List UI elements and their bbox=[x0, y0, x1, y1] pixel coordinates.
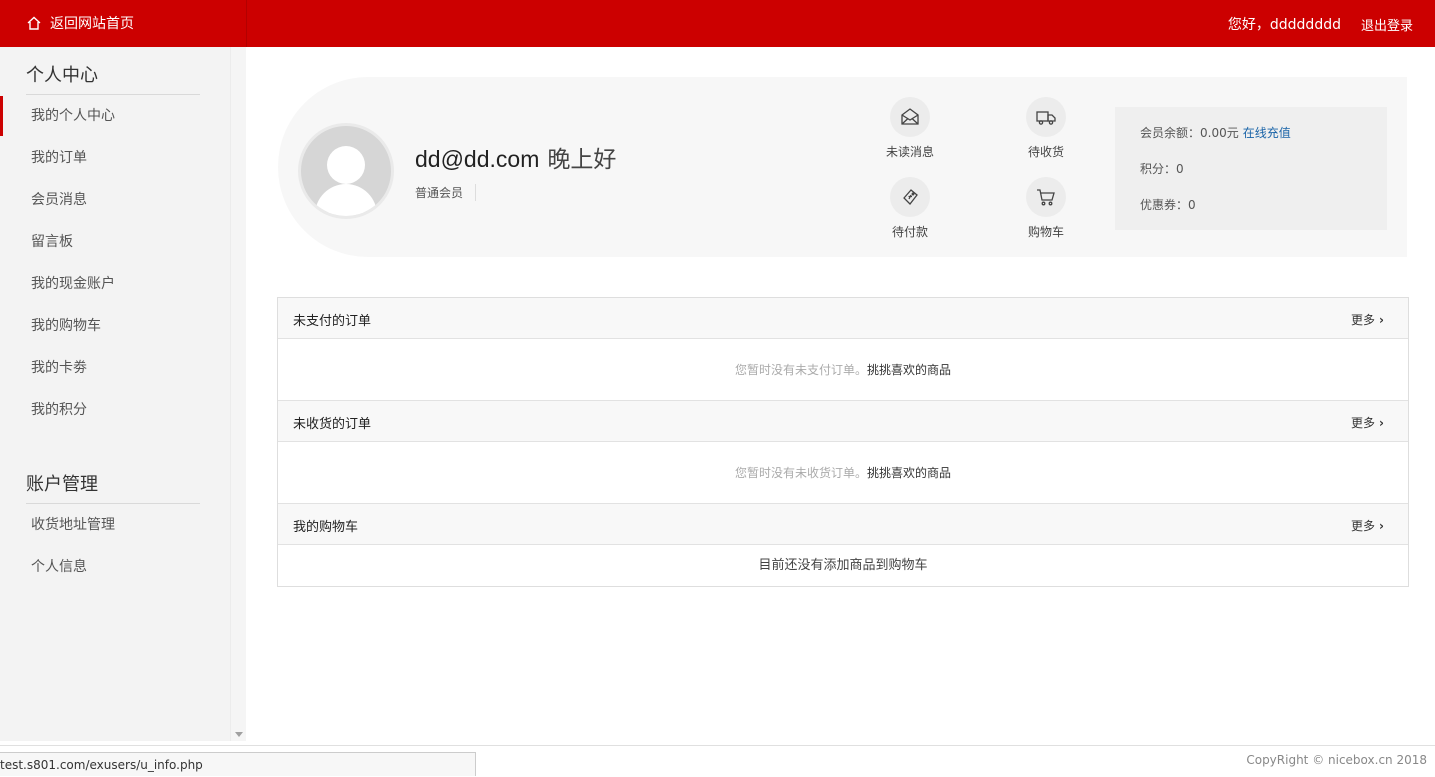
unread-messages-label: 未读消息 bbox=[885, 145, 934, 159]
chevron-right-icon: › bbox=[1379, 519, 1384, 533]
points-row: 积分：0 bbox=[1140, 160, 1387, 196]
unreceived-orders-body: 您暂时没有未收货订单。挑挑喜欢的商品 bbox=[278, 442, 1408, 504]
sidebar-item-coupons[interactable]: 我的卡劵 bbox=[0, 348, 230, 388]
more-label: 更多 bbox=[1351, 416, 1376, 430]
sidebar: 个人中心 我的个人中心 我的订单 会员消息 留言板 我的现金账户 我的购物车 我… bbox=[0, 47, 246, 741]
profile-card: dd@dd.com 晚上好 普通会员 未读消息 待收货 待付款 购物车 会员余额：… bbox=[278, 77, 1407, 257]
balance-row: 会员余额：0.00元 在线充值 bbox=[1140, 124, 1387, 160]
avatar-body bbox=[315, 184, 377, 216]
sidebar-scrollbar[interactable] bbox=[230, 47, 246, 741]
home-link-label: 返回网站首页 bbox=[50, 16, 134, 32]
sidebar-item-personal-info[interactable]: 个人信息 bbox=[0, 547, 230, 587]
avatar[interactable] bbox=[298, 123, 394, 219]
unread-messages-button[interactable]: 未读消息 bbox=[870, 97, 950, 160]
time-greeting: 晚上好 bbox=[547, 147, 617, 173]
unreceived-orders-header: 未收货的订单 更多 › bbox=[278, 401, 1408, 442]
truck-icon bbox=[1026, 97, 1066, 137]
wallet-summary: 会员余额：0.00元 在线充值 积分：0 优惠券：0 bbox=[1115, 107, 1387, 230]
sidebar-item-my-orders[interactable]: 我的订单 bbox=[0, 138, 230, 178]
cart-icon bbox=[1026, 177, 1066, 217]
points-value: 0 bbox=[1176, 162, 1184, 176]
home-icon bbox=[27, 16, 41, 30]
my-cart-title: 我的购物车 bbox=[293, 520, 359, 535]
sidebar-item-address-management[interactable]: 收货地址管理 bbox=[0, 505, 230, 545]
unreceived-orders-title: 未收货的订单 bbox=[293, 417, 372, 432]
sidebar-item-cash-account[interactable]: 我的现金账户 bbox=[0, 264, 230, 304]
cart-label: 购物车 bbox=[1027, 225, 1064, 239]
pending-payment-button[interactable]: 待付款 bbox=[870, 177, 950, 240]
sidebar-item-member-messages[interactable]: 会员消息 bbox=[0, 180, 230, 220]
coupon-label: 优惠券： bbox=[1140, 198, 1189, 212]
envelope-icon bbox=[890, 97, 930, 137]
order-panels: 未支付的订单 更多 › 您暂时没有未支付订单。挑挑喜欢的商品 未收货的订单 更多 ›… bbox=[277, 297, 1409, 587]
sidebar-item-shopping-cart[interactable]: 我的购物车 bbox=[0, 306, 230, 346]
sidebar-divider bbox=[26, 94, 200, 95]
unpaid-orders-empty-text: 您暂时没有未支付订单。 bbox=[734, 363, 867, 377]
sidebar-item-message-board[interactable]: 留言板 bbox=[0, 222, 230, 262]
sidebar-section-personal-center: 个人中心 bbox=[26, 65, 98, 86]
status-url: test.s801.com/exusers/u_info.php bbox=[0, 758, 203, 772]
chevron-right-icon: › bbox=[1379, 416, 1384, 430]
top-bar: 返回网站首页 您好，dddddddd 退出登录 bbox=[0, 0, 1435, 47]
browse-products-link[interactable]: 挑挑喜欢的商品 bbox=[867, 363, 951, 377]
unreceived-orders-more-link[interactable]: 更多 › bbox=[1351, 414, 1384, 431]
footer-divider bbox=[0, 745, 1435, 746]
avatar-head bbox=[327, 146, 365, 184]
home-link[interactable]: 返回网站首页 bbox=[26, 13, 134, 33]
cart-button[interactable]: 购物车 bbox=[1006, 177, 1086, 240]
member-level: 普通会员 bbox=[415, 184, 477, 201]
more-label: 更多 bbox=[1351, 519, 1376, 533]
pending-receipt-button[interactable]: 待收货 bbox=[1006, 97, 1086, 160]
points-label: 积分： bbox=[1140, 162, 1177, 176]
coupon-value: 0 bbox=[1188, 198, 1196, 212]
browse-products-link[interactable]: 挑挑喜欢的商品 bbox=[867, 466, 951, 480]
logout-link[interactable]: 退出登录 bbox=[1361, 15, 1413, 34]
my-cart-header: 我的购物车 更多 › bbox=[278, 504, 1408, 545]
user-greeting: 您好，dddddddd bbox=[1227, 17, 1341, 33]
unpaid-orders-more-link[interactable]: 更多 › bbox=[1351, 311, 1384, 328]
chevron-right-icon: › bbox=[1379, 313, 1384, 327]
my-cart-body: 目前还没有添加商品到购物车 bbox=[278, 545, 1408, 586]
my-cart-more-link[interactable]: 更多 › bbox=[1351, 517, 1384, 534]
sidebar-divider bbox=[26, 503, 200, 504]
user-email: dd@dd.com bbox=[415, 146, 540, 172]
recharge-link[interactable]: 在线充值 bbox=[1243, 126, 1291, 140]
ticket-icon bbox=[890, 177, 930, 217]
cart-empty-text: 目前还没有添加商品到购物车 bbox=[758, 558, 928, 573]
pending-payment-label: 待付款 bbox=[891, 225, 928, 239]
user-title: dd@dd.com 晚上好 bbox=[415, 140, 616, 174]
sidebar-section-account-management: 账户管理 bbox=[26, 474, 98, 495]
more-label: 更多 bbox=[1351, 313, 1376, 327]
unpaid-orders-title: 未支付的订单 bbox=[293, 314, 372, 329]
balance-label: 会员余额： bbox=[1140, 126, 1201, 140]
pending-receipt-label: 待收货 bbox=[1027, 145, 1064, 159]
unreceived-orders-empty-text: 您暂时没有未收货订单。 bbox=[734, 466, 867, 480]
balance-value: 0.00元 bbox=[1200, 126, 1239, 140]
topbar-divider bbox=[246, 0, 247, 47]
unpaid-orders-header: 未支付的订单 更多 › bbox=[278, 298, 1408, 339]
sidebar-item-points[interactable]: 我的积分 bbox=[0, 390, 230, 430]
coupon-row: 优惠券：0 bbox=[1140, 196, 1387, 232]
unpaid-orders-body: 您暂时没有未支付订单。挑挑喜欢的商品 bbox=[278, 339, 1408, 401]
copyright-text: CopyRight © nicebox.cn 2018 bbox=[1246, 753, 1427, 767]
scroll-down-arrow-icon[interactable] bbox=[235, 732, 243, 737]
browser-status-bar: test.s801.com/exusers/u_info.php bbox=[0, 752, 476, 776]
sidebar-item-my-center[interactable]: 我的个人中心 bbox=[0, 96, 230, 136]
